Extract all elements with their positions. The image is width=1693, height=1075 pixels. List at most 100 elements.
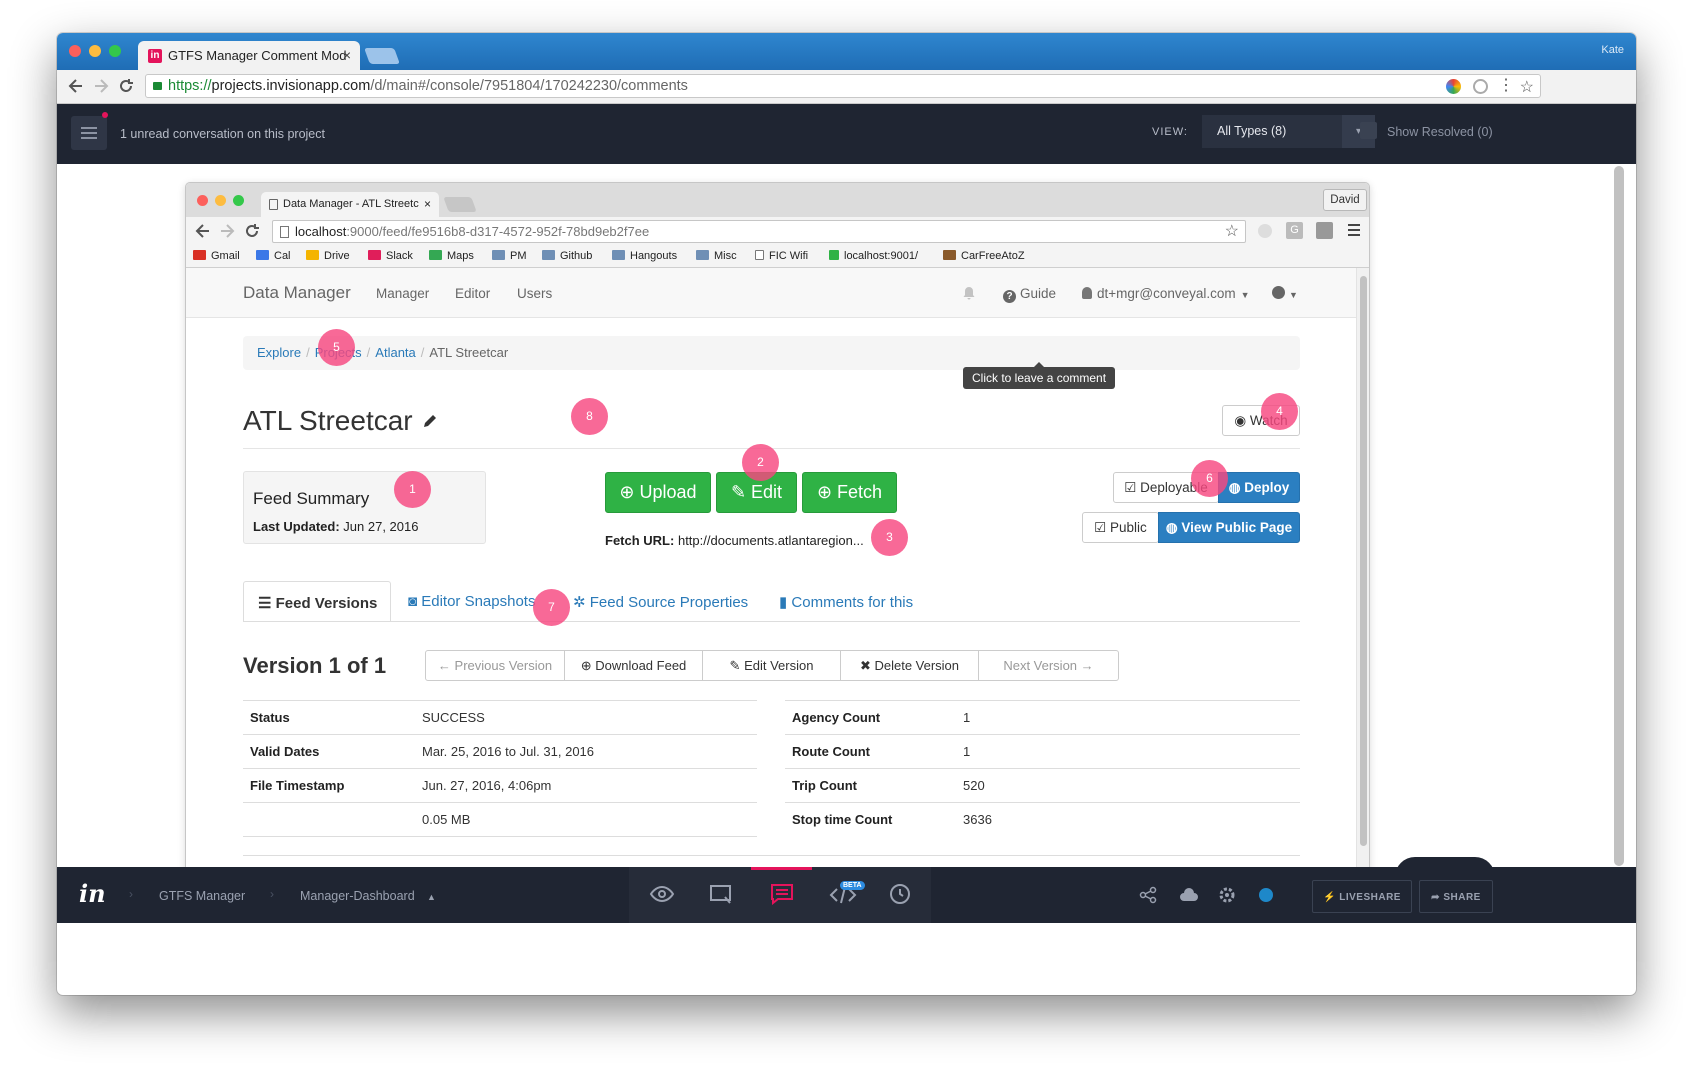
comment-hotspot-4[interactable]: 4 (1261, 393, 1298, 430)
comment-hotspot-5[interactable]: 5 (318, 329, 355, 366)
unread-conversations-text[interactable]: 1 unread conversation on this project (120, 127, 325, 141)
share-nodes-icon[interactable] (1139, 886, 1157, 904)
new-tab-button[interactable] (364, 48, 400, 64)
pencil-icon (421, 412, 439, 430)
bell-icon (963, 286, 975, 300)
minimize-window-icon[interactable] (89, 45, 101, 57)
maximize-window-icon[interactable] (109, 45, 121, 57)
share-button[interactable]: ➦ SHARE (1419, 880, 1493, 913)
inner-new-tab (443, 197, 477, 212)
tab-feed-versions: ☰ Feed Versions (243, 581, 391, 622)
preview-mode-eye-icon[interactable] (649, 883, 675, 905)
hamburger-menu-button[interactable] (71, 116, 107, 150)
table-row: Trip Count 520 (785, 768, 1300, 802)
page-icon (280, 226, 289, 238)
forward-arrow-icon[interactable] (92, 77, 110, 95)
fetch-url: Fetch URL: http://documents.atlantaregio… (605, 533, 864, 548)
inner-menu-icon (1347, 223, 1361, 237)
tab-editor-snapshots: ◙ Editor Snapshots (408, 593, 536, 610)
bookmark-fic-wifi: FIC Wifi (755, 250, 808, 262)
inner-close-tab-icon: × (423, 197, 431, 211)
inner-url-host: localhost (295, 224, 347, 239)
liveshare-button[interactable]: ⚡ LIVESHARE (1312, 880, 1412, 913)
outer-scrollbar[interactable] (1614, 166, 1624, 866)
screen-name[interactable]: Manager-Dashboard (300, 889, 415, 903)
back-arrow-icon[interactable] (67, 77, 85, 95)
show-resolved-checkbox[interactable] (1360, 122, 1377, 139)
bookmark-cal: Cal (256, 250, 291, 262)
breadcrumb-current: ATL Streetcar (429, 345, 509, 360)
outer-browser-user[interactable]: Kate (1601, 44, 1624, 56)
eye-icon: ◉ (1234, 413, 1250, 428)
grammarly-icon: G (1286, 222, 1303, 239)
close-window-icon[interactable] (69, 45, 81, 57)
download-circle-icon: ⊕ (580, 658, 596, 673)
project-name[interactable]: GTFS Manager (159, 889, 245, 903)
table-row: File Timestamp Jun. 27, 2016, 4:06pm (243, 768, 757, 802)
comment-hotspot-2[interactable]: 2 (742, 444, 779, 481)
nav-language: ▼ (1272, 286, 1298, 301)
breadcrumb-atlanta: Atlanta (375, 345, 416, 360)
close-tab-icon[interactable]: × (343, 47, 351, 63)
drive-icon (306, 250, 319, 260)
bookmark-star-icon[interactable]: ☆ (1520, 77, 1534, 97)
cloud-upload-icon[interactable] (1179, 886, 1199, 904)
show-resolved-label[interactable]: Show Resolved (0) (1387, 125, 1493, 139)
comment-hotspot-1[interactable]: 1 (394, 471, 431, 508)
outer-browser-tab[interactable]: in GTFS Manager Comment Mod × (138, 41, 360, 70)
comment-hotspot-8[interactable]: 8 (571, 398, 608, 435)
camera-icon: ◙ (408, 593, 422, 610)
bookmark-hangouts: Hangouts (612, 250, 677, 262)
comment-icon: ▮ (779, 594, 792, 611)
bookmark-carfree: CarFreeAtoZ (943, 250, 1025, 262)
view-label: VIEW: (1152, 126, 1188, 138)
play-icon (829, 250, 839, 260)
caret-up-icon[interactable]: ▲ (427, 892, 436, 902)
secure-lock-icon (153, 82, 162, 90)
nav-guide: ? Guide (1003, 286, 1056, 303)
outer-address-bar[interactable]: https://projects.invisionapp.com/d/main#… (145, 74, 1541, 98)
tab-comments: ▮ Comments for this (779, 594, 914, 611)
table-row: 0.05 MB (243, 802, 757, 836)
build-mode-icon[interactable] (709, 883, 733, 905)
inner-extension-icon (1258, 224, 1272, 238)
extension-icon[interactable] (1446, 79, 1461, 94)
nav-users: Users (517, 286, 553, 301)
previous-version-button: ← Previous Version (425, 650, 565, 681)
carfree-icon (943, 250, 956, 260)
prototype-screen: Data Manager - ATL Streetc × David local… (185, 182, 1370, 882)
version-title: Version 1 of 1 (243, 653, 387, 678)
bookmark-localhost: localhost:9001/ (829, 250, 918, 262)
comment-hotspot-3[interactable]: 3 (871, 519, 908, 556)
comment-type-select[interactable]: All Types (8) (1202, 115, 1342, 148)
document-icon (269, 199, 278, 210)
upload-button: ⊕ Upload (605, 472, 711, 513)
question-circle-icon: ? (1003, 290, 1016, 303)
page-title: ATL Streetcar (243, 405, 439, 437)
invision-logo[interactable]: in (79, 879, 106, 908)
lightning-icon: ⚡ (1323, 892, 1340, 903)
user-avatar[interactable] (1259, 888, 1273, 902)
public-toggle: ☑ Public (1082, 512, 1159, 543)
unread-indicator-dot (102, 112, 108, 118)
history-clock-icon[interactable] (889, 883, 911, 905)
settings-gear-icon[interactable] (1218, 886, 1236, 904)
globe-icon: ◍ (1165, 520, 1182, 535)
browser-menu-icon[interactable]: ⋮ (1498, 75, 1514, 95)
inner-maximize-icon (233, 195, 244, 206)
comment-mode-icon[interactable] (770, 883, 794, 905)
reload-icon[interactable] (117, 77, 135, 95)
pencil-icon: ✎ (729, 658, 745, 673)
nav-user-menu: dt+mgr@conveyal.com ▼ (1082, 286, 1250, 301)
skype-extension-icon[interactable] (1473, 79, 1488, 94)
bookmark-slack: Slack (368, 250, 413, 262)
comment-hotspot-6[interactable]: 6 (1191, 460, 1228, 497)
globe-icon: ◍ (1228, 480, 1245, 495)
inner-browser-tab: Data Manager - ATL Streetc × (261, 192, 439, 217)
folder-icon (612, 250, 625, 260)
chevron-right-icon: › (129, 887, 133, 901)
outer-tab-bar: in GTFS Manager Comment Mod × Kate (57, 33, 1636, 70)
comment-hotspot-7[interactable]: 7 (533, 589, 570, 626)
fetch-button: ⊕ Fetch (802, 472, 897, 513)
check-square-icon: ☑ (1094, 520, 1111, 535)
